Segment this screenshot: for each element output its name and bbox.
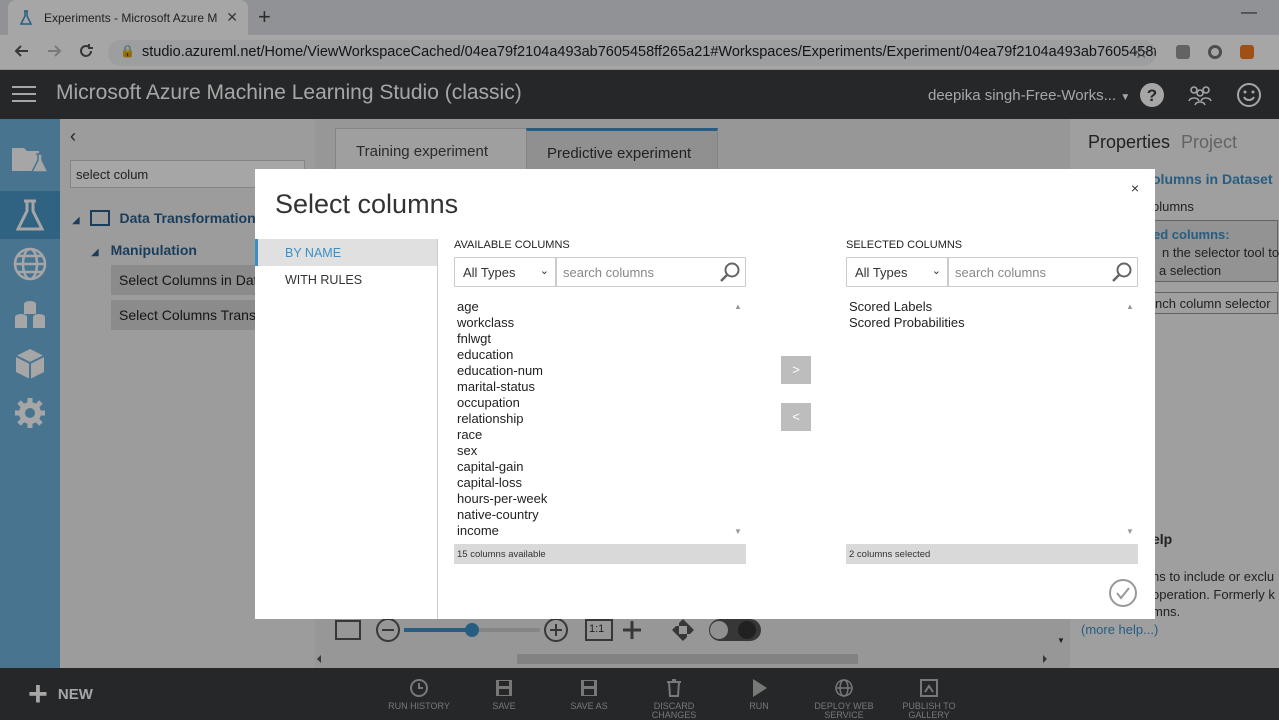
checkmark-ok-button[interactable]: [1108, 578, 1138, 608]
available-column-item[interactable]: age: [454, 299, 746, 315]
available-list-scrollbar[interactable]: ▲ ▼: [732, 299, 746, 539]
chevron-down-icon: ⌄: [931, 265, 941, 277]
available-column-item[interactable]: native-country: [454, 507, 746, 523]
selected-columns-status: 2 columns selected: [846, 544, 1138, 564]
available-column-item[interactable]: education: [454, 347, 746, 363]
search-icon[interactable]: [1111, 261, 1133, 283]
chevron-down-icon: ⌄: [539, 265, 549, 277]
available-column-item[interactable]: income: [454, 523, 746, 539]
available-column-item[interactable]: hours-per-week: [454, 491, 746, 507]
selected-list-scrollbar[interactable]: ▲ ▼: [1124, 299, 1138, 539]
available-column-item[interactable]: fnlwgt: [454, 331, 746, 347]
available-search-placeholder: search columns: [563, 265, 655, 280]
search-icon[interactable]: [719, 261, 741, 283]
nav-by-name[interactable]: BY NAME: [255, 239, 437, 266]
available-search-input[interactable]: search columns: [556, 257, 746, 287]
available-type-value: All Types: [463, 265, 516, 280]
remove-column-button[interactable]: <: [781, 403, 811, 431]
available-columns-label: AVAILABLE COLUMNS: [454, 239, 570, 251]
available-column-item[interactable]: occupation: [454, 395, 746, 411]
available-column-item[interactable]: marital-status: [454, 379, 746, 395]
selection-mode-nav: BY NAME WITH RULES: [255, 239, 438, 619]
available-column-item[interactable]: capital-loss: [454, 475, 746, 491]
selected-columns-list: Scored Labels Scored Probabilities ▲ ▼: [846, 299, 1138, 539]
available-column-item[interactable]: education-num: [454, 363, 746, 379]
nav-with-rules[interactable]: WITH RULES: [255, 266, 437, 293]
available-type-select[interactable]: All Types ⌄: [454, 257, 556, 287]
available-column-item[interactable]: relationship: [454, 411, 746, 427]
dialog-title: Select columns: [275, 189, 459, 219]
available-columns-list: age workclass fnlwgt education education-num…: [454, 299, 746, 539]
available-column-item[interactable]: sex: [454, 443, 746, 459]
close-icon[interactable]: ×: [1131, 180, 1139, 196]
available-columns-status: 15 columns available: [454, 544, 746, 564]
add-column-button[interactable]: >: [781, 356, 811, 384]
select-columns-dialog: Select columns × BY NAME WITH RULES AVAI…: [255, 169, 1155, 619]
available-column-item[interactable]: workclass: [454, 315, 746, 331]
selected-columns-label: SELECTED COLUMNS: [846, 239, 963, 251]
available-column-item[interactable]: capital-gain: [454, 459, 746, 475]
selected-type-select[interactable]: All Types ⌄: [846, 257, 948, 287]
scroll-down-icon[interactable]: ▼: [1126, 527, 1134, 536]
selected-type-value: All Types: [855, 265, 908, 280]
selected-search-input[interactable]: search columns: [948, 257, 1138, 287]
selected-column-item[interactable]: Scored Probabilities: [846, 315, 1138, 331]
scroll-up-icon[interactable]: ▲: [1126, 302, 1134, 311]
available-column-item[interactable]: race: [454, 427, 746, 443]
scroll-up-icon[interactable]: ▲: [734, 302, 742, 311]
selected-column-item[interactable]: Scored Labels: [846, 299, 1138, 315]
scroll-down-icon[interactable]: ▼: [734, 527, 742, 536]
selected-search-placeholder: search columns: [955, 265, 1047, 280]
